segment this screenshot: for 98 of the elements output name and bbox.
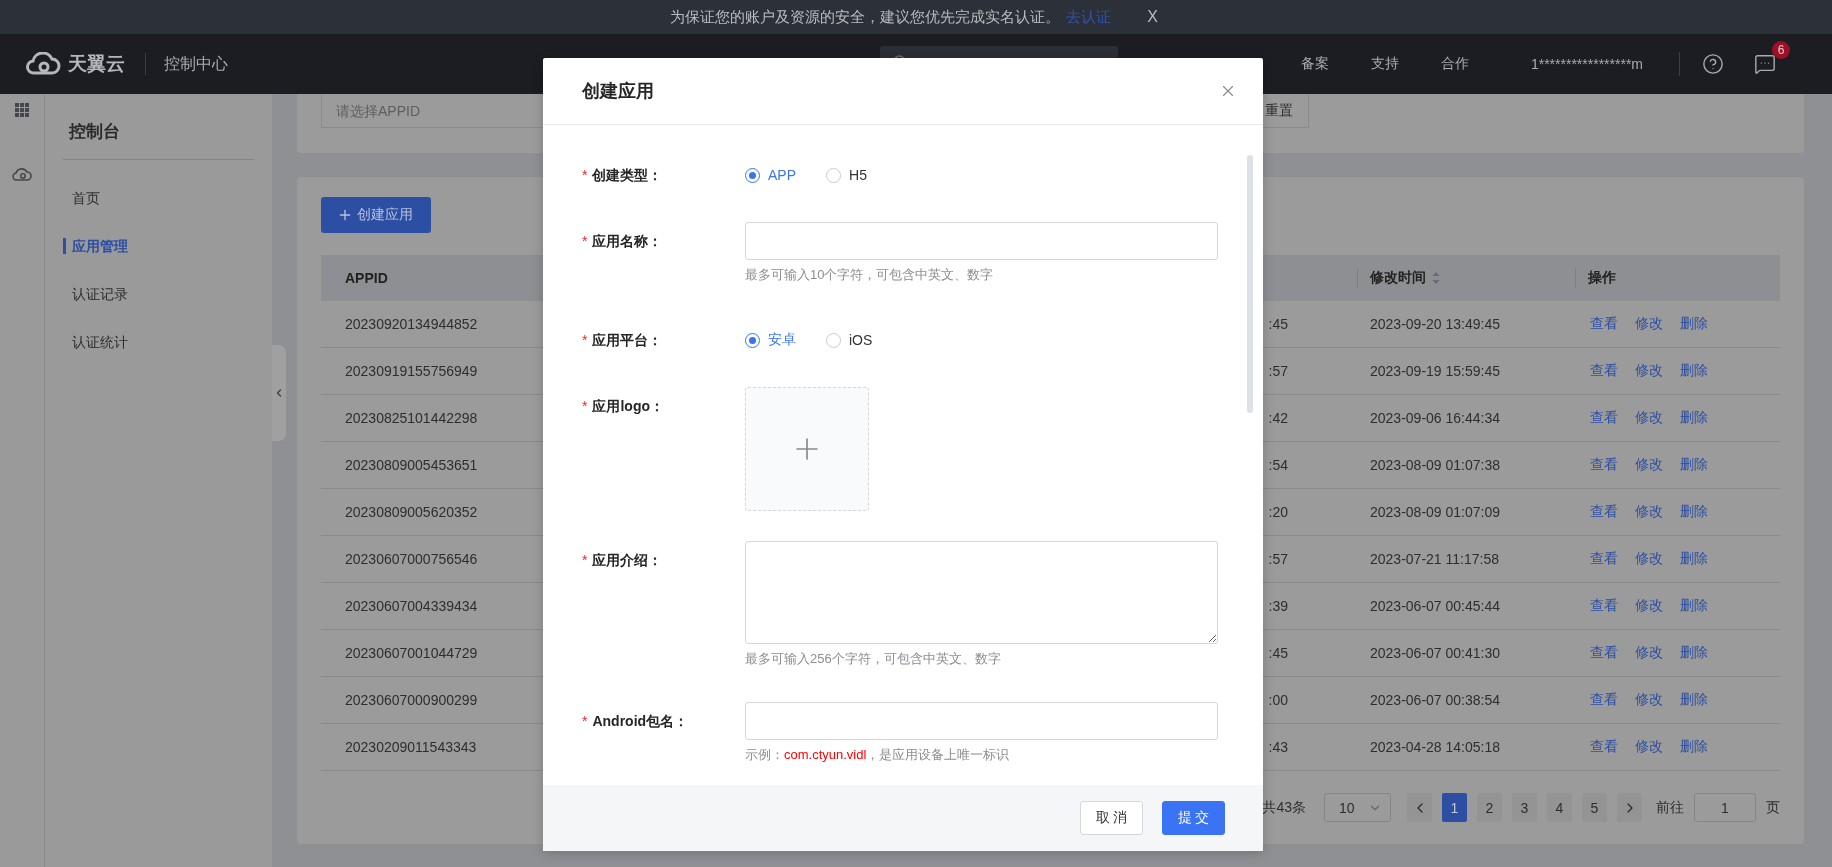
row-action-link[interactable]: 修改 bbox=[1635, 691, 1663, 709]
row-action-link[interactable]: 修改 bbox=[1635, 503, 1663, 521]
field-label: * 应用介绍： bbox=[582, 552, 663, 568]
nav-link[interactable]: 备案 bbox=[1300, 55, 1329, 73]
table-cell: 2023-06-07 00:45:44 bbox=[1357, 583, 1575, 630]
table-cell: 2023-08-09 01:07:09 bbox=[1357, 489, 1575, 536]
row-action-link[interactable]: 修改 bbox=[1635, 738, 1663, 756]
row-action-link[interactable]: 修改 bbox=[1635, 597, 1663, 615]
row-action-link[interactable]: 删除 bbox=[1680, 362, 1708, 380]
grid-icon[interactable] bbox=[15, 103, 29, 117]
user-account[interactable]: 1*****************m bbox=[1530, 56, 1643, 72]
cloud-icon[interactable] bbox=[11, 167, 33, 181]
sidebar-title: 控制台 bbox=[63, 94, 254, 160]
field-label: * 应用logo： bbox=[582, 398, 664, 414]
row-action-link[interactable]: 删除 bbox=[1680, 315, 1708, 333]
dialog-title: 创建应用 bbox=[582, 80, 655, 103]
section-title: 控制中心 bbox=[164, 53, 228, 74]
textarea-field[interactable] bbox=[745, 541, 1218, 644]
help-icon[interactable] bbox=[1702, 53, 1724, 75]
radio-option[interactable]: H5 bbox=[826, 167, 867, 183]
row-action-link[interactable]: 删除 bbox=[1680, 503, 1708, 521]
table-cell: 2023-09-19 15:59:45 bbox=[1357, 348, 1575, 395]
page-suffix: 页 bbox=[1766, 798, 1780, 817]
row-action-link[interactable]: 查看 bbox=[1590, 644, 1618, 662]
next-page-button[interactable] bbox=[1617, 793, 1642, 822]
field-hint: 最多可输入256个字符，可包含中英文、数字 bbox=[745, 650, 1002, 668]
scrollbar-thumb[interactable] bbox=[1247, 155, 1253, 413]
field-label: * 创建类型： bbox=[582, 167, 663, 183]
row-action-link[interactable]: 删除 bbox=[1680, 409, 1708, 427]
page-button[interactable]: 3 bbox=[1512, 793, 1537, 822]
sidebar-item[interactable]: 应用管理 bbox=[63, 238, 254, 254]
row-action-link[interactable]: 修改 bbox=[1635, 315, 1663, 333]
table-cell: 2023-07-21 11:17:58 bbox=[1357, 536, 1575, 583]
column-header[interactable]: 修改时间 bbox=[1357, 255, 1575, 301]
table-cell: 2023-09-20 13:49:45 bbox=[1357, 301, 1575, 348]
row-action-link[interactable]: 修改 bbox=[1635, 644, 1663, 662]
submit-button[interactable]: 提 交 bbox=[1162, 801, 1225, 835]
row-action-link[interactable]: 查看 bbox=[1590, 409, 1618, 427]
row-action-link[interactable]: 查看 bbox=[1590, 503, 1618, 521]
sidebar-item[interactable]: 认证统计 bbox=[63, 334, 254, 350]
sidebar-item[interactable]: 认证记录 bbox=[63, 286, 254, 302]
row-action-link[interactable]: 查看 bbox=[1590, 691, 1618, 709]
text-input[interactable] bbox=[745, 222, 1218, 260]
nav-link[interactable]: 支持 bbox=[1370, 55, 1399, 73]
table-cell: 2023-06-07 00:41:30 bbox=[1357, 630, 1575, 677]
notice-text: 为保证您的账户及资源的安全，建议您优先完成实名认证。 bbox=[670, 7, 1061, 27]
notice-close-button[interactable]: X bbox=[1143, 8, 1162, 26]
goto-page-input[interactable]: 1 bbox=[1694, 793, 1756, 822]
table-cell: 2023-08-09 01:07:38 bbox=[1357, 442, 1575, 489]
cloud-logo-icon bbox=[24, 52, 62, 76]
brand-name: 天翼云 bbox=[68, 52, 125, 76]
row-action-link[interactable]: 查看 bbox=[1590, 550, 1618, 568]
column-header: 操作 bbox=[1575, 255, 1780, 301]
page-button[interactable]: 2 bbox=[1477, 793, 1502, 822]
page-size-select[interactable]: 10 bbox=[1324, 793, 1391, 822]
table-cell: 2023-04-28 14:05:18 bbox=[1357, 724, 1575, 771]
table-cell: 2023-09-06 16:44:34 bbox=[1357, 395, 1575, 442]
row-action-link[interactable]: 删除 bbox=[1680, 691, 1708, 709]
field-hint: 最多可输入10个字符，可包含中英文、数字 bbox=[745, 266, 995, 284]
row-action-link[interactable]: 查看 bbox=[1590, 456, 1618, 474]
sidebar-item[interactable]: 首页 bbox=[63, 190, 254, 206]
row-action-link[interactable]: 删除 bbox=[1680, 644, 1708, 662]
plus-icon bbox=[337, 207, 353, 223]
row-action-link[interactable]: 删除 bbox=[1680, 456, 1708, 474]
row-action-link[interactable]: 修改 bbox=[1635, 456, 1663, 474]
page-button[interactable]: 1 bbox=[1442, 793, 1467, 822]
row-action-link[interactable]: 查看 bbox=[1590, 738, 1618, 756]
row-action-link[interactable]: 查看 bbox=[1590, 362, 1618, 380]
row-action-link[interactable]: 修改 bbox=[1635, 409, 1663, 427]
goto-label: 前往 bbox=[1656, 798, 1684, 817]
radio-option[interactable]: iOS bbox=[826, 332, 873, 348]
cancel-button[interactable]: 取 消 bbox=[1080, 801, 1143, 835]
row-action-link[interactable]: 删除 bbox=[1680, 738, 1708, 756]
radio-option[interactable]: 安卓 bbox=[745, 331, 796, 349]
row-action-link[interactable]: 修改 bbox=[1635, 550, 1663, 568]
prev-page-button[interactable] bbox=[1407, 793, 1432, 822]
text-input[interactable] bbox=[745, 702, 1218, 740]
message-icon[interactable] bbox=[1754, 53, 1776, 75]
row-action-link[interactable]: 修改 bbox=[1635, 362, 1663, 380]
sort-icon[interactable] bbox=[1432, 271, 1440, 285]
field-label: * 应用平台： bbox=[582, 332, 663, 348]
message-count-badge: 6 bbox=[1772, 41, 1790, 59]
logo-upload[interactable] bbox=[745, 387, 869, 511]
verify-link[interactable]: 去认证 bbox=[1066, 7, 1112, 27]
page-button[interactable]: 4 bbox=[1547, 793, 1572, 822]
row-action-link[interactable]: 查看 bbox=[1590, 597, 1618, 615]
table-cell: 2023-06-07 00:38:54 bbox=[1357, 677, 1575, 724]
row-action-link[interactable]: 删除 bbox=[1680, 597, 1708, 615]
row-action-link[interactable]: 删除 bbox=[1680, 550, 1708, 568]
row-action-link[interactable]: 查看 bbox=[1590, 315, 1618, 333]
total-count: 共43条 bbox=[1262, 798, 1306, 817]
radio-option[interactable]: APP bbox=[745, 167, 796, 183]
page-button[interactable]: 5 bbox=[1582, 793, 1607, 822]
field-label: * 应用名称： bbox=[582, 233, 663, 249]
create-app-button[interactable]: 创建应用 bbox=[321, 197, 431, 233]
field-hint: 示例：com.ctyun.vidl，是应用设备上唯一标识 bbox=[745, 746, 1011, 764]
collapse-handle[interactable] bbox=[272, 345, 286, 441]
nav-link[interactable]: 合作 bbox=[1440, 55, 1469, 73]
